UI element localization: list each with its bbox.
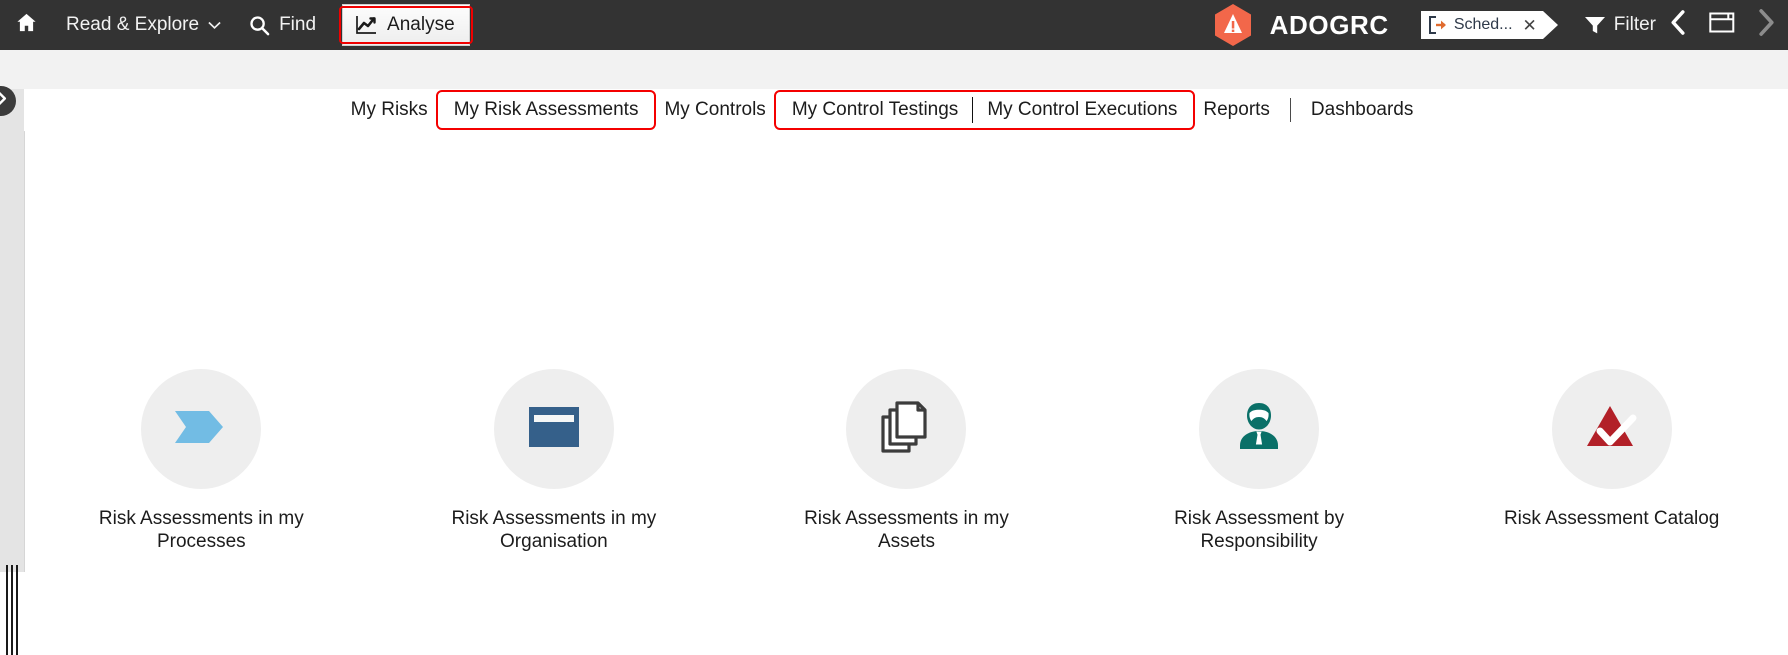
brand: ADOGRC [1210, 2, 1389, 48]
grip-line [6, 565, 8, 655]
find-button[interactable]: Find [235, 0, 330, 50]
process-chevron-icon [173, 405, 229, 454]
triangle-check-catalog-icon [1583, 402, 1641, 457]
window-toggle-button[interactable] [1700, 0, 1744, 50]
tab-my-control-testings[interactable]: My Control Testings [778, 95, 973, 125]
tile-risk-assessments-in-my-organisation[interactable]: Risk Assessments in my Organisation [378, 369, 731, 553]
tile-risk-assessment-by-responsibility[interactable]: Risk Assessment by Responsibility [1083, 369, 1436, 553]
tile-grid: Risk Assessments in my Processes Risk As… [25, 369, 1788, 553]
tile-icon-circle [141, 369, 261, 489]
top-navigation-bar: Read & Explore Find Analyse [0, 0, 1788, 50]
tile-label: Risk Assessments in my Organisation [439, 507, 669, 553]
tab-my-risks[interactable]: My Risks [339, 95, 440, 125]
tile-risk-assessment-catalog[interactable]: Risk Assessment Catalog [1435, 369, 1788, 553]
tile-icon-circle [494, 369, 614, 489]
analyse-button[interactable]: Analyse [342, 4, 470, 46]
nav-previous-button[interactable] [1656, 0, 1700, 50]
tile-icon-circle [1199, 369, 1319, 489]
tab-my-control-executions[interactable]: My Control Executions [973, 95, 1191, 125]
tab-reports[interactable]: Reports [1191, 95, 1282, 125]
secondary-toolbar-band [0, 50, 1788, 89]
tile-label: Risk Assessment Catalog [1504, 507, 1719, 530]
chevron-right-icon [1756, 9, 1776, 41]
close-icon[interactable]: ✕ [1523, 17, 1537, 34]
tab-dashboards[interactable]: Dashboards [1299, 95, 1425, 125]
grip-line [11, 565, 13, 655]
chevron-down-icon [208, 19, 221, 32]
tab-my-risk-assessments[interactable]: My Risk Assessments [440, 95, 653, 125]
tile-risk-assessments-in-my-assets[interactable]: Risk Assessments in my Assets [730, 369, 1083, 553]
schedule-chip[interactable]: Sched... ✕ [1421, 11, 1558, 39]
tab-group-control-testings-executions: My Control Testings My Control Execution… [778, 95, 1192, 125]
find-label: Find [279, 14, 316, 36]
organisation-building-icon [528, 405, 580, 454]
line-chart-icon [355, 15, 377, 35]
window-icon [1709, 11, 1735, 39]
schedule-chip-label: Sched... [1454, 16, 1513, 34]
analyse-label: Analyse [387, 14, 455, 36]
analyse-button-wrapper: Analyse [342, 4, 470, 46]
tab-divider [1290, 98, 1291, 122]
read-and-explore-label: Read & Explore [66, 14, 199, 36]
tabs-container: My Risks My Risk Assessments My Controls… [339, 95, 1426, 125]
chip-pointer [1543, 11, 1558, 39]
tile-label: Risk Assessment by Responsibility [1144, 507, 1374, 553]
filter-label: Filter [1614, 14, 1656, 36]
tile-label: Risk Assessments in my Processes [86, 507, 316, 553]
nav-next-button[interactable] [1744, 0, 1788, 50]
tab-group-my-risk-assessments: My Risk Assessments [440, 95, 653, 125]
home-icon [15, 11, 38, 39]
resize-grip-handle[interactable] [6, 565, 18, 655]
filter-button[interactable]: Filter [1584, 14, 1656, 36]
search-icon [249, 15, 270, 36]
tile-label: Risk Assessments in my Assets [791, 507, 1021, 553]
chevron-right-icon [0, 90, 8, 112]
chevron-left-icon [1669, 10, 1687, 40]
brand-name: ADOGRC [1270, 10, 1389, 41]
module-tab-bar: My Risks My Risk Assessments My Controls… [24, 89, 1788, 132]
tab-my-controls[interactable]: My Controls [652, 95, 777, 125]
documents-stack-icon [879, 399, 933, 460]
person-responsibility-icon [1232, 399, 1286, 460]
tile-risk-assessments-in-my-processes[interactable]: Risk Assessments in my Processes [25, 369, 378, 553]
logout-arrow-icon [1428, 16, 1448, 34]
schedule-chip-body[interactable]: Sched... ✕ [1421, 11, 1543, 39]
home-button[interactable] [0, 0, 52, 50]
left-rail [0, 89, 25, 572]
read-and-explore-menu[interactable]: Read & Explore [52, 0, 235, 50]
content-area: Risk Assessments in my Processes Risk As… [25, 131, 1788, 572]
tile-icon-circle [846, 369, 966, 489]
warning-hexagon-logo [1210, 2, 1256, 48]
funnel-icon [1584, 15, 1606, 35]
grip-line [16, 565, 18, 655]
tile-icon-circle [1552, 369, 1672, 489]
